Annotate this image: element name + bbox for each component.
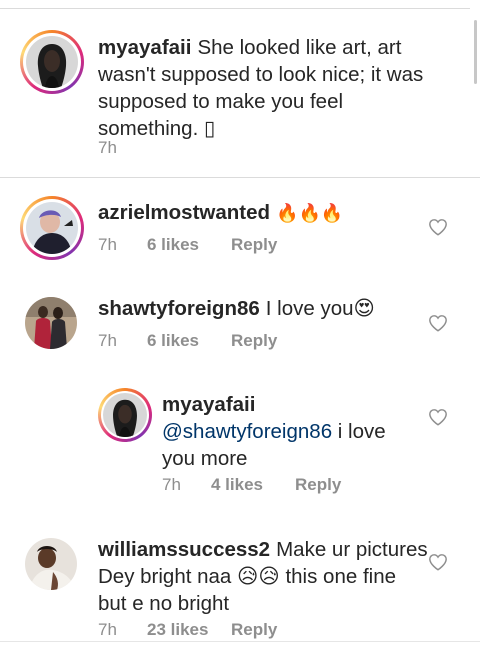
comment-time: 7h	[162, 475, 181, 494]
comment-text: williamssuccess2 Make ur pictures Dey bri…	[98, 536, 428, 617]
comment-text: myayafaii @shawtyforeign86 i love you mo…	[162, 391, 422, 472]
comment-text: azrielmostwanted 🔥🔥🔥	[98, 199, 428, 227]
avatar[interactable]	[26, 202, 78, 254]
story-ring[interactable]	[98, 388, 152, 442]
caption-time: 7h	[98, 138, 117, 157]
comment-likes[interactable]: 4 likes	[211, 475, 295, 495]
comment-body: 🔥🔥🔥	[276, 203, 344, 223]
comment-meta: 7h 6 likes Reply	[98, 331, 277, 351]
comment-meta: 7h 6 likes Reply	[98, 235, 277, 255]
comment-likes[interactable]: 23 likes	[147, 620, 231, 640]
comment-likes[interactable]: 6 likes	[147, 235, 231, 255]
comment-meta: 7h 23 likes Reply	[98, 620, 277, 640]
avatar[interactable]	[26, 36, 78, 88]
top-divider	[0, 8, 470, 9]
comment-meta: 7h 4 likes Reply	[162, 475, 341, 495]
comment-username[interactable]: williamssuccess2	[98, 538, 270, 561]
scrollbar[interactable]	[474, 20, 477, 84]
story-ring[interactable]	[20, 196, 84, 260]
caption-meta: 7h	[98, 138, 147, 158]
avatar[interactable]	[25, 297, 77, 349]
caption-username[interactable]: myayafaii	[98, 36, 191, 59]
avatar[interactable]	[103, 393, 147, 437]
mention-link[interactable]: @shawtyforeign86	[162, 420, 332, 443]
comment-body: I love you😍	[265, 297, 375, 320]
avatar[interactable]	[25, 538, 77, 590]
comment-username[interactable]: azrielmostwanted	[98, 201, 270, 224]
bottom-divider	[0, 641, 480, 642]
heart-outline-icon[interactable]	[428, 218, 448, 236]
comment-likes[interactable]: 6 likes	[147, 331, 231, 351]
comment-time: 7h	[98, 331, 117, 350]
comment-time: 7h	[98, 620, 117, 639]
caption-text: myayafaii She looked like art, art wasn't…	[98, 34, 448, 142]
comment-text: shawtyforeign86 I love you😍	[98, 295, 428, 322]
reply-button[interactable]: Reply	[295, 475, 341, 495]
caption-divider	[0, 177, 480, 178]
story-ring[interactable]	[20, 30, 84, 94]
comment-username[interactable]: shawtyforeign86	[98, 297, 260, 320]
comment-time: 7h	[98, 235, 117, 254]
heart-outline-icon[interactable]	[428, 553, 448, 571]
reply-button[interactable]: Reply	[231, 331, 277, 351]
heart-outline-icon[interactable]	[428, 408, 448, 426]
heart-outline-icon[interactable]	[428, 314, 448, 332]
reply-button[interactable]: Reply	[231, 235, 277, 255]
comment-username[interactable]: myayafaii	[162, 393, 255, 416]
reply-button[interactable]: Reply	[231, 620, 277, 640]
comments-screen: myayafaii She looked like art, art wasn't…	[0, 0, 480, 648]
